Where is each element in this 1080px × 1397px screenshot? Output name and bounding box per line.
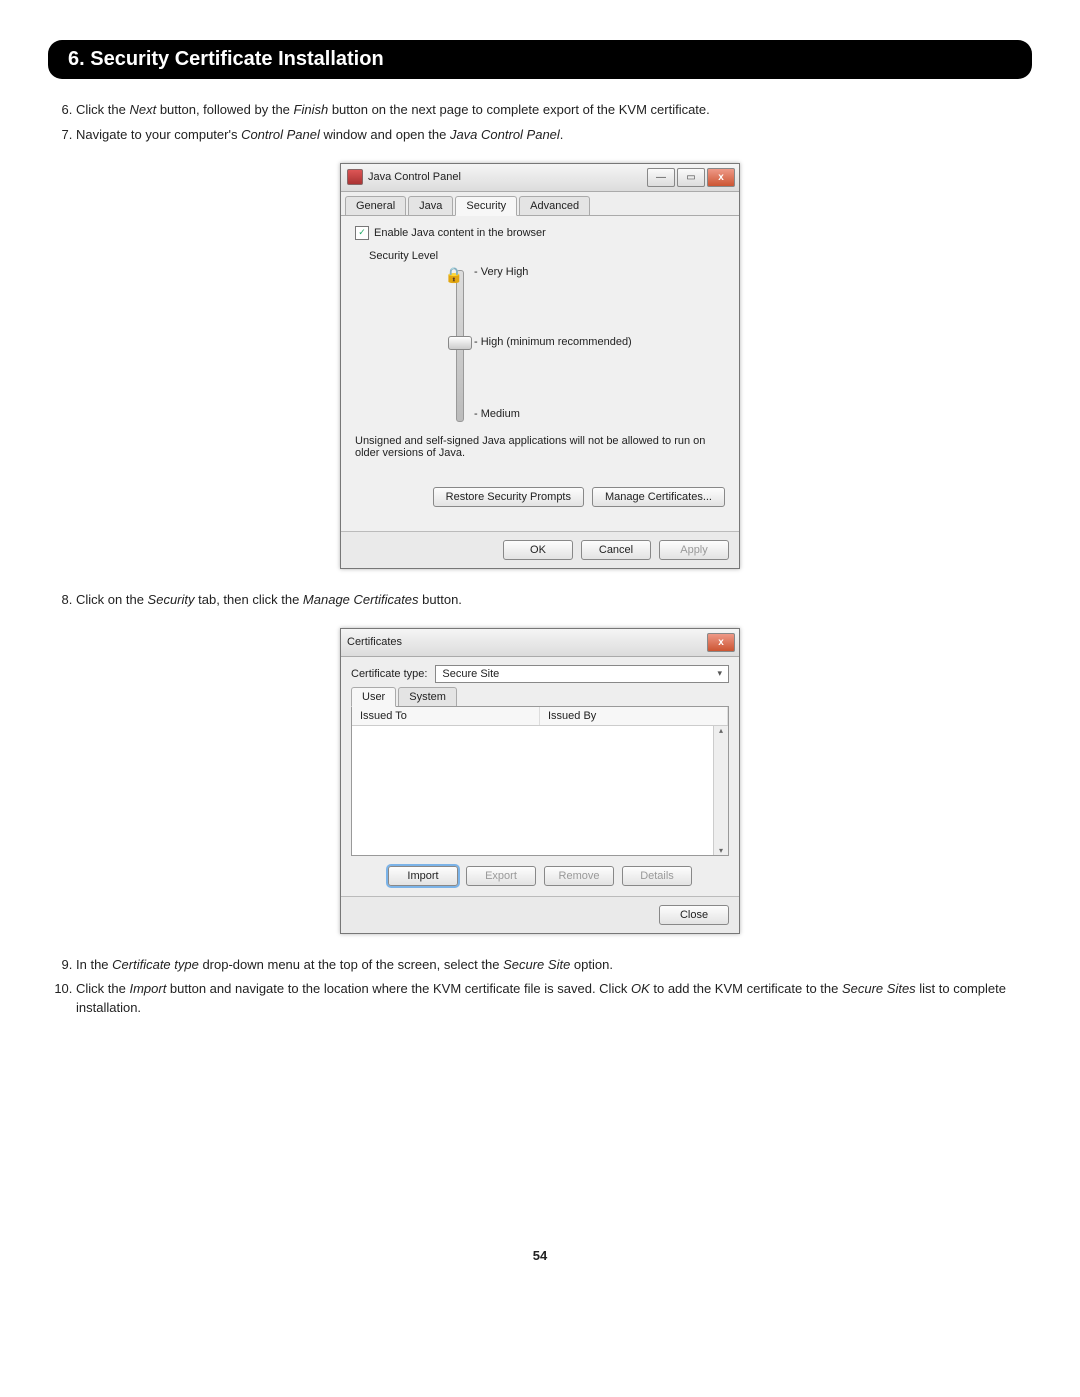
- security-note: Unsigned and self-signed Java applicatio…: [355, 435, 725, 459]
- level-medium: Medium: [474, 408, 520, 420]
- window-title: Java Control Panel: [368, 171, 461, 183]
- text: Click the: [76, 102, 129, 117]
- export-button[interactable]: Export: [466, 866, 536, 886]
- text-italic: Manage Certificates: [303, 592, 419, 607]
- enable-java-checkbox-row[interactable]: ✓ Enable Java content in the browser: [355, 226, 725, 240]
- cancel-button[interactable]: Cancel: [581, 540, 651, 560]
- checkbox-icon[interactable]: ✓: [355, 226, 369, 240]
- step-6: Click the Next button, followed by the F…: [76, 101, 1032, 120]
- titlebar[interactable]: Certificates x: [341, 629, 739, 657]
- java-control-panel-window: Java Control Panel — ▭ x General Java Se…: [340, 163, 740, 569]
- level-very-high: Very High: [474, 266, 528, 278]
- text: In the: [76, 957, 112, 972]
- enable-java-label: Enable Java content in the browser: [374, 227, 546, 239]
- tab-advanced[interactable]: Advanced: [519, 196, 590, 215]
- tab-security[interactable]: Security: [455, 196, 517, 216]
- text-italic: Next: [129, 102, 156, 117]
- text: window and open the: [320, 127, 450, 142]
- step-10: Click the Import button and navigate to …: [76, 980, 1032, 1018]
- step-7: Navigate to your computer's Control Pane…: [76, 126, 1032, 145]
- text: option.: [570, 957, 613, 972]
- text: Navigate to your computer's: [76, 127, 241, 142]
- cert-subtabs: User System: [341, 683, 739, 706]
- text: Click on the: [76, 592, 148, 607]
- security-slider[interactable]: 🔒 Very High High (minimum recommended) M…: [445, 264, 725, 429]
- scroll-down-icon[interactable]: ▾: [719, 846, 723, 855]
- dialog-footer: Close: [341, 896, 739, 933]
- scrollbar[interactable]: ▴ ▾: [713, 726, 728, 855]
- step-list-top: Click the Next button, followed by the F…: [48, 101, 1032, 145]
- text: Click the: [76, 981, 129, 996]
- tab-user[interactable]: User: [351, 687, 396, 707]
- window-title: Certificates: [347, 636, 402, 648]
- step-list-mid: Click on the Security tab, then click th…: [48, 591, 1032, 610]
- page-number: 54: [48, 1248, 1032, 1263]
- list-header: Issued To Issued By: [352, 707, 728, 726]
- ok-button[interactable]: OK: [503, 540, 573, 560]
- col-issued-to[interactable]: Issued To: [352, 707, 540, 725]
- close-button[interactable]: x: [707, 168, 735, 187]
- tab-java[interactable]: Java: [408, 196, 453, 215]
- text: button on the next page to complete expo…: [328, 102, 710, 117]
- text: button, followed by the: [156, 102, 293, 117]
- cert-type-value: Secure Site: [442, 668, 499, 680]
- level-high: High (minimum recommended): [474, 336, 632, 348]
- apply-button[interactable]: Apply: [659, 540, 729, 560]
- chevron-down-icon: ▾: [717, 668, 722, 679]
- text: tab, then click the: [195, 592, 303, 607]
- cert-action-buttons: Import Export Remove Details: [341, 864, 739, 896]
- tab-bar: General Java Security Advanced: [341, 192, 739, 216]
- titlebar[interactable]: Java Control Panel — ▭ x: [341, 164, 739, 192]
- import-button[interactable]: Import: [388, 866, 458, 886]
- certificates-dialog: Certificates x Certificate type: Secure …: [340, 628, 740, 934]
- scroll-up-icon[interactable]: ▴: [719, 726, 723, 735]
- text-italic: Secure Site: [503, 957, 570, 972]
- text-italic: Secure Sites: [842, 981, 916, 996]
- maximize-button[interactable]: ▭: [677, 168, 705, 187]
- col-issued-by[interactable]: Issued By: [540, 707, 728, 725]
- tab-system[interactable]: System: [398, 687, 457, 706]
- list-body: ▴ ▾: [352, 726, 728, 855]
- security-level-label: Security Level: [369, 250, 725, 262]
- step-list-bottom: In the Certificate type drop-down menu a…: [48, 956, 1032, 1019]
- close-dialog-button[interactable]: Close: [659, 905, 729, 925]
- text-italic: Import: [129, 981, 166, 996]
- details-button[interactable]: Details: [622, 866, 692, 886]
- minimize-button[interactable]: —: [647, 168, 675, 187]
- text: to add the KVM certificate to the: [650, 981, 842, 996]
- text: button and navigate to the location wher…: [166, 981, 631, 996]
- text: drop-down menu at the top of the screen,…: [199, 957, 503, 972]
- dialog-footer: OK Cancel Apply: [341, 531, 739, 568]
- cert-type-dropdown[interactable]: Secure Site ▾: [435, 665, 729, 683]
- text: button.: [419, 592, 462, 607]
- certificate-list[interactable]: Issued To Issued By ▴ ▾: [351, 706, 729, 856]
- java-app-icon: [347, 169, 363, 185]
- text-italic: Java Control Panel: [450, 127, 560, 142]
- cert-type-row: Certificate type: Secure Site ▾: [341, 657, 739, 683]
- text-italic: Security: [148, 592, 195, 607]
- cert-type-label: Certificate type:: [351, 668, 427, 680]
- step-9: In the Certificate type drop-down menu a…: [76, 956, 1032, 975]
- section-heading: 6. Security Certificate Installation: [48, 40, 1032, 79]
- text-italic: OK: [631, 981, 650, 996]
- lock-icon: 🔒: [444, 264, 464, 286]
- text-italic: Certificate type: [112, 957, 199, 972]
- tab-general[interactable]: General: [345, 196, 406, 215]
- close-button[interactable]: x: [707, 633, 735, 652]
- slider-thumb[interactable]: [448, 336, 472, 350]
- manage-certificates-button[interactable]: Manage Certificates...: [592, 487, 725, 507]
- text-italic: Finish: [294, 102, 329, 117]
- text: .: [560, 127, 564, 142]
- step-8: Click on the Security tab, then click th…: [76, 591, 1032, 610]
- text-italic: Control Panel: [241, 127, 320, 142]
- remove-button[interactable]: Remove: [544, 866, 614, 886]
- security-panel: ✓ Enable Java content in the browser Sec…: [341, 216, 739, 531]
- restore-prompts-button[interactable]: Restore Security Prompts: [433, 487, 584, 507]
